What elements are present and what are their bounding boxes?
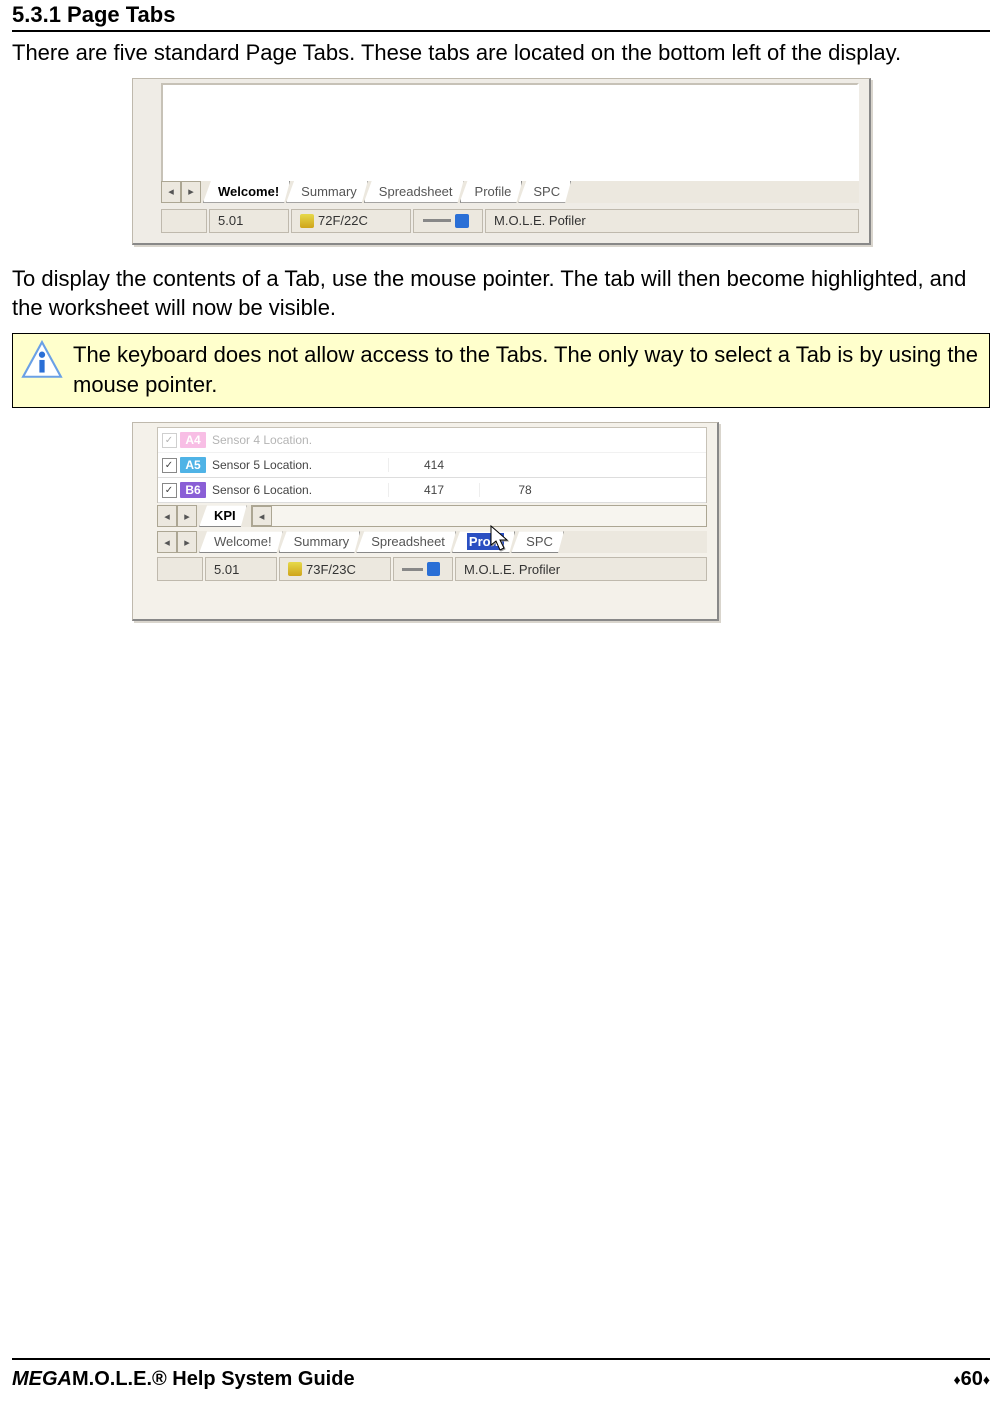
tab-nav-left-icon[interactable]: ◂ xyxy=(161,181,181,203)
row-tag: A4 xyxy=(180,432,206,448)
row-location: Sensor 4 Location. xyxy=(206,433,388,447)
scrollbar-track[interactable]: ◂ xyxy=(251,505,707,527)
cable-icon xyxy=(423,219,451,222)
network-icon xyxy=(427,562,440,576)
network-icon xyxy=(455,214,469,228)
status-app-name: M.O.L.E. Pofiler xyxy=(485,209,859,233)
section-heading: 5.3.1 Page Tabs xyxy=(12,0,990,32)
row-col1: 417 xyxy=(388,483,479,497)
footer-title: MEGAM.O.L.E.® Help System Guide xyxy=(12,1368,355,1391)
mouse-cursor-icon xyxy=(489,525,511,553)
kpi-nav-left-icon[interactable]: ◂ xyxy=(157,505,177,527)
tab-summary[interactable]: Summary xyxy=(286,181,368,203)
status-app-name: M.O.L.E. Profiler xyxy=(455,557,707,581)
checkbox-icon[interactable]: ✓ xyxy=(162,458,177,473)
tab-nav-right-icon[interactable]: ▸ xyxy=(181,181,201,203)
row-tag: A5 xyxy=(180,457,206,473)
footer-title-bold: M.O.L.E.® Help System Guide xyxy=(72,1368,355,1390)
tab-nav-right-icon[interactable]: ▸ xyxy=(177,531,197,553)
tab-row: ◂ ▸ Welcome! Summary Spreadsheet Profil … xyxy=(157,531,707,553)
footer-title-italic: MEGA xyxy=(12,1368,72,1390)
checkbox-icon[interactable]: ✓ xyxy=(162,483,177,498)
row-location: Sensor 6 Location. xyxy=(206,483,388,497)
tab-kpi[interactable]: KPI xyxy=(199,505,247,527)
row-col1: 414 xyxy=(388,458,479,472)
paragraph-instruction: To display the contents of a Tab, use th… xyxy=(12,264,990,323)
sensor-grid: ✓ A4 Sensor 4 Location. ✓ A5 Sensor 5 Lo… xyxy=(157,427,707,503)
note-text: The keyboard does not allow access to th… xyxy=(73,340,981,399)
info-icon xyxy=(21,340,63,382)
status-version: 5.01 xyxy=(209,209,289,233)
kpi-tab-row: ◂ ▸ KPI ◂ xyxy=(157,505,707,527)
status-net-cell xyxy=(393,557,453,581)
status-temp-value: 73F/23C xyxy=(306,562,356,577)
tab-profile[interactable]: Profile xyxy=(460,181,523,203)
status-version: 5.01 xyxy=(205,557,277,581)
tab-spreadsheet[interactable]: Spreadsheet xyxy=(356,531,456,553)
tab-spreadsheet[interactable]: Spreadsheet xyxy=(364,181,464,203)
figure-tab-hover: ✓ A4 Sensor 4 Location. ✓ A5 Sensor 5 Lo… xyxy=(132,422,719,621)
diamond-icon: ♦ xyxy=(983,1372,990,1388)
note-box: The keyboard does not allow access to th… xyxy=(12,333,990,408)
tab-welcome[interactable]: Welcome! xyxy=(199,531,283,553)
status-bar: 5.01 73F/23C M.O.L.E. Profiler xyxy=(157,557,707,581)
row-location: Sensor 5 Location. xyxy=(206,458,388,472)
status-temp: 73F/23C xyxy=(279,557,391,581)
tab-spc[interactable]: SPC xyxy=(511,531,564,553)
checkbox-icon[interactable]: ✓ xyxy=(162,433,177,448)
table-row: ✓ A4 Sensor 4 Location. xyxy=(158,428,706,453)
scroll-left-icon[interactable]: ◂ xyxy=(252,506,272,526)
page-number: 60 xyxy=(961,1368,983,1390)
footer-page-number: ♦60♦ xyxy=(953,1368,990,1391)
table-row: ✓ A5 Sensor 5 Location. 414 xyxy=(158,453,706,478)
tab-nav-left-icon[interactable]: ◂ xyxy=(157,531,177,553)
cable-icon xyxy=(402,568,423,571)
tab-spc[interactable]: SPC xyxy=(518,181,571,203)
thermometer-icon xyxy=(288,562,302,576)
figure-tabs-overview: ◂ ▸ Welcome! Summary Spreadsheet Profile… xyxy=(132,78,871,245)
status-temp-value: 72F/22C xyxy=(318,213,368,228)
kpi-nav-right-icon[interactable]: ▸ xyxy=(177,505,197,527)
row-col2: 78 xyxy=(479,483,570,497)
table-row: ✓ B6 Sensor 6 Location. 417 78 xyxy=(158,478,706,503)
row-tag: B6 xyxy=(180,482,206,498)
tab-welcome[interactable]: Welcome! xyxy=(203,181,290,203)
page-footer: MEGAM.O.L.E.® Help System Guide ♦60♦ xyxy=(12,1358,990,1391)
status-bar: 5.01 72F/22C M.O.L.E. Pofiler xyxy=(161,209,859,233)
thermometer-icon xyxy=(300,214,314,228)
tab-summary[interactable]: Summary xyxy=(279,531,361,553)
diamond-icon: ♦ xyxy=(953,1372,960,1388)
paragraph-intro: There are five standard Page Tabs. These… xyxy=(12,38,990,68)
tab-row: ◂ ▸ Welcome! Summary Spreadsheet Profile… xyxy=(161,181,859,203)
status-temp: 72F/22C xyxy=(291,209,411,233)
status-net-cell xyxy=(413,209,483,233)
